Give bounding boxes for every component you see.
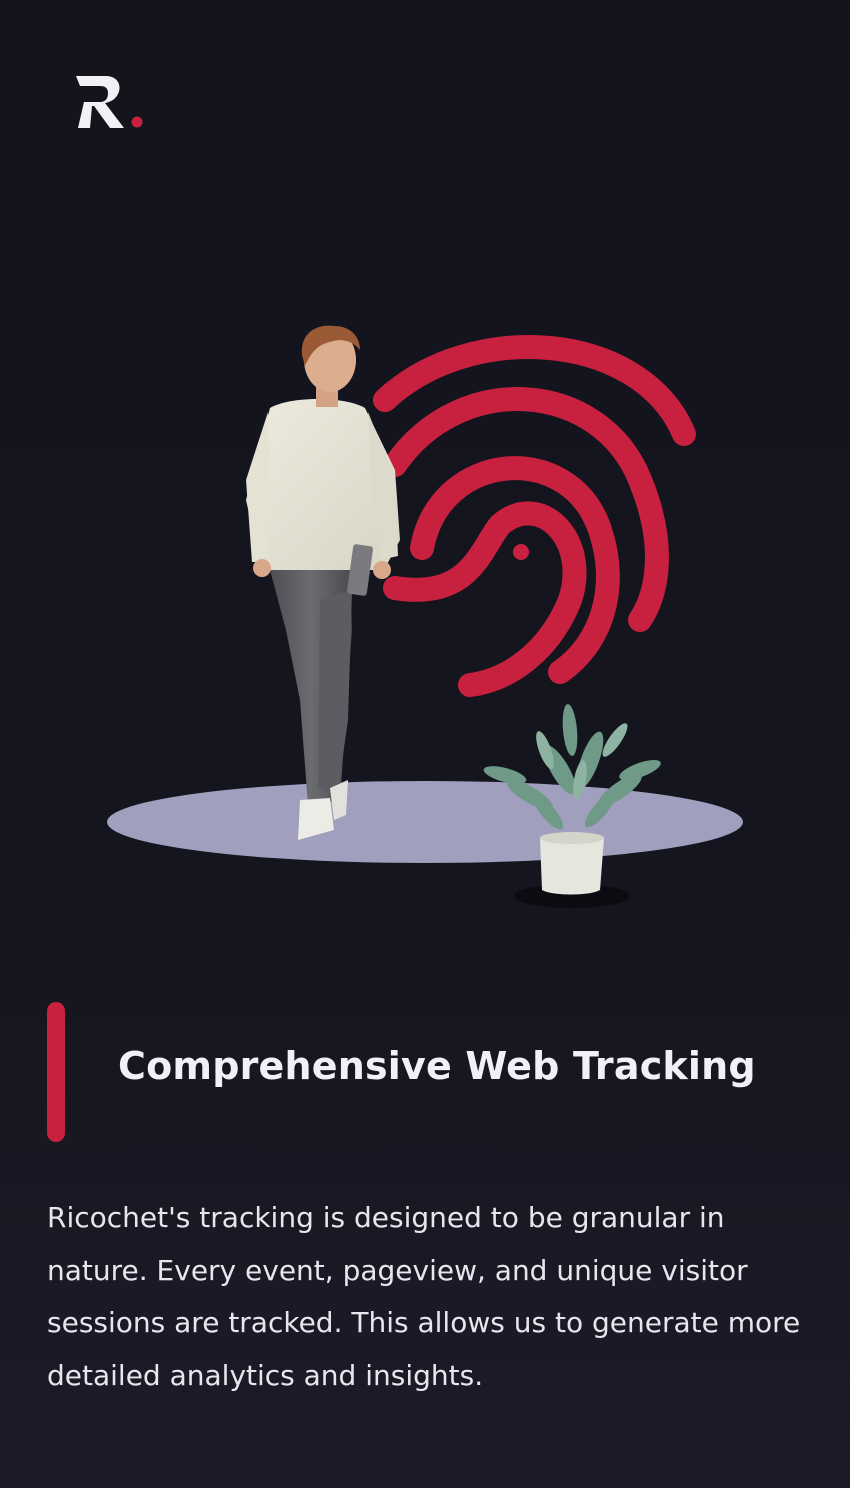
feature-title: Comprehensive Web Tracking [118,1044,756,1088]
logo-dot [131,116,143,128]
logo-r-shape [76,76,124,128]
brand-logo [70,72,150,132]
title-accent-bar [47,1002,65,1142]
brand-logo-mark [76,76,143,128]
hero-illustration [0,300,850,940]
fingerprint-icon [373,335,696,697]
feature-description: Ricochet's tracking is designed to be gr… [47,1201,801,1392]
platform [107,781,743,863]
